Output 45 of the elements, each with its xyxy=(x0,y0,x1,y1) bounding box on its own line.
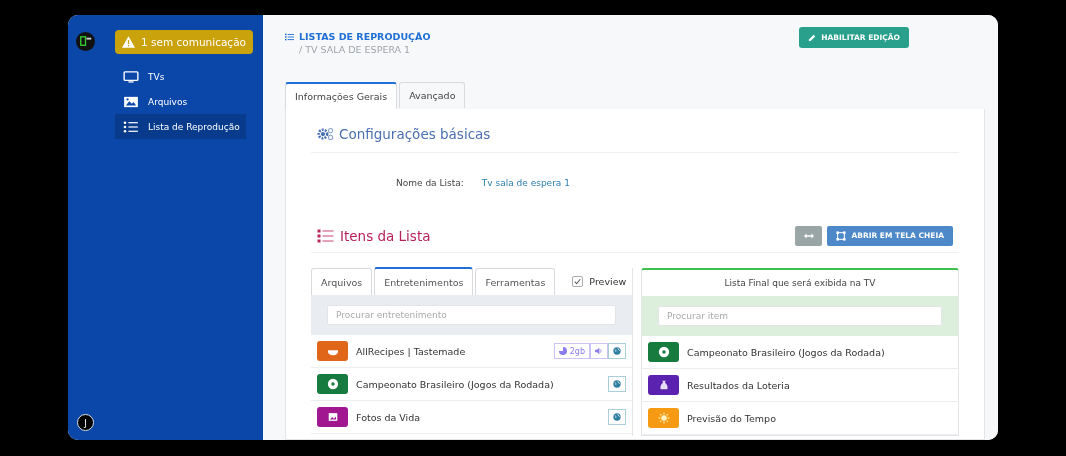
monitor-icon xyxy=(123,70,139,83)
tab[interactable]: Informações Gerais xyxy=(285,82,398,109)
search-field[interactable]: Procurar entretenimento xyxy=(327,305,616,325)
alert-text: 1 sem comunicação xyxy=(141,36,246,48)
section-title: Itens da Lista xyxy=(340,227,431,244)
warning-icon xyxy=(122,36,135,48)
item-name: Resultados da Loteria xyxy=(687,379,791,391)
list-icon xyxy=(317,228,334,243)
frame-icon xyxy=(836,230,847,241)
checkbox-label: Preview xyxy=(589,276,627,287)
field-value[interactable]: Tv sala de espera 1 xyxy=(481,178,570,188)
tab[interactable]: Arquivos xyxy=(311,268,373,295)
search-field[interactable]: Procurar item xyxy=(658,306,942,326)
pencil-icon xyxy=(808,33,817,42)
list-icon xyxy=(123,120,139,133)
globe-icon xyxy=(608,343,626,359)
logo-icon xyxy=(76,32,95,51)
list-title: Lista Final que será exibida na TV xyxy=(723,277,877,290)
item-name: Campeonato Brasileiro (Jogos da Rodada) xyxy=(356,378,555,390)
sidebar-item[interactable]: TVs xyxy=(115,64,246,89)
field-label: Nome da Lista: xyxy=(396,178,464,188)
gears-icon xyxy=(317,126,334,141)
image-icon xyxy=(123,95,139,108)
section-title: Configurações básicas xyxy=(339,125,491,142)
page-title: LISTAS DE REPRODUÇÃO xyxy=(285,31,431,42)
tab[interactable]: Ferramentas xyxy=(475,268,556,295)
item-name: Previsão do Tempo xyxy=(687,412,777,424)
tab[interactable]: Entretenimentos xyxy=(374,267,474,295)
checkmark-icon xyxy=(573,277,583,286)
user-avatar[interactable]: J xyxy=(77,414,94,431)
double-arrow-icon xyxy=(803,232,814,239)
globe-icon xyxy=(608,409,626,425)
item-name: AllRecipes | Tastemade xyxy=(356,345,467,357)
breadcrumb: / TV SALA DE ESPERA 1 xyxy=(299,44,412,55)
globe-icon xyxy=(608,376,626,392)
item-name: Fotos da Vida xyxy=(356,411,422,423)
checkbox[interactable] xyxy=(572,276,584,287)
item-name: Campeonato Brasileiro (Jogos da Rodada) xyxy=(687,346,886,358)
list-icon xyxy=(285,32,294,41)
storage-badge: 2gb xyxy=(553,343,590,359)
sidebar-item[interactable]: Arquivos xyxy=(115,89,246,114)
preview-checkbox[interactable]: Preview xyxy=(572,276,627,287)
speaker-icon xyxy=(590,343,608,359)
sidebar-item[interactable]: Lista de Reprodução xyxy=(115,114,246,139)
tab[interactable]: Avançado xyxy=(399,82,466,108)
